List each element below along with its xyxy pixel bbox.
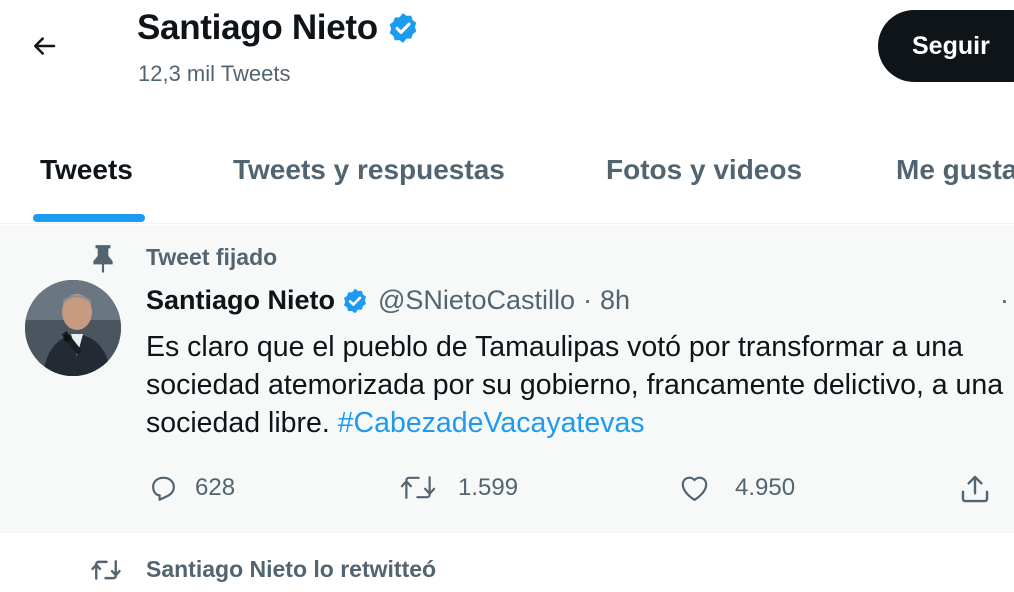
- tweet-author-row: Santiago Nieto @SNietoCastillo · 8h: [146, 285, 630, 316]
- tweet-time[interactable]: 8h: [600, 285, 630, 316]
- arrow-left-icon: [34, 37, 56, 55]
- hashtag-link[interactable]: #CabezadeVacayatevas: [338, 407, 645, 439]
- tweet-count: 12,3 mil Tweets: [138, 61, 291, 86]
- tab-likes[interactable]: Me gusta: [896, 154, 1014, 186]
- tab-tweets-replies[interactable]: Tweets y respuestas: [233, 154, 505, 186]
- retweet-button[interactable]: 1.599: [398, 472, 518, 503]
- retweet-context-label[interactable]: Santiago Nieto lo retwitteó: [146, 556, 436, 583]
- pinned-label: Tweet fijado: [146, 244, 278, 270]
- verified-badge-icon: [386, 11, 420, 45]
- retweet-context-row: Santiago Nieto lo retwitteó: [0, 534, 1014, 592]
- more-options-button[interactable]: ·: [1000, 285, 1009, 316]
- reply-icon: [152, 476, 175, 501]
- verified-badge-icon: [341, 287, 369, 315]
- tweet-text: Es claro que el pueblo de Tamaulipas vot…: [146, 328, 1014, 442]
- retweet-count: 1.599: [458, 473, 519, 501]
- profile-name: Santiago Nieto: [137, 8, 378, 47]
- follow-button[interactable]: Seguir: [878, 10, 1014, 82]
- profile-header: Santiago Nieto 12,3 mil Tweets Seguir: [0, 0, 1014, 112]
- reply-button[interactable]: 628: [148, 472, 235, 503]
- profile-tabs: Tweets Tweets y respuestas Fotos y video…: [0, 112, 1014, 224]
- separator-dot: ·: [583, 285, 592, 315]
- avatar[interactable]: [25, 280, 121, 376]
- retweet-icon: [400, 476, 436, 499]
- like-button[interactable]: 4.950: [678, 472, 795, 503]
- share-icon: [961, 475, 989, 503]
- tab-media[interactable]: Fotos y videos: [606, 154, 802, 186]
- like-count: 4.950: [735, 473, 796, 501]
- profile-title-row: Santiago Nieto: [137, 8, 420, 48]
- pin-icon: [93, 245, 113, 273]
- author-name[interactable]: Santiago Nieto: [146, 285, 335, 316]
- retweet-icon: [91, 560, 121, 580]
- active-tab-indicator: [33, 214, 145, 222]
- tab-tweets[interactable]: Tweets: [40, 154, 133, 186]
- author-handle[interactable]: @SNietoCastillo: [378, 285, 575, 316]
- heart-icon: [681, 476, 708, 501]
- share-button[interactable]: [958, 472, 992, 506]
- reply-count: 628: [195, 473, 236, 501]
- back-button[interactable]: [22, 24, 66, 68]
- pinned-tweet[interactable]: Tweet fijado Santiago Nieto @SNietoCasti…: [0, 225, 1014, 533]
